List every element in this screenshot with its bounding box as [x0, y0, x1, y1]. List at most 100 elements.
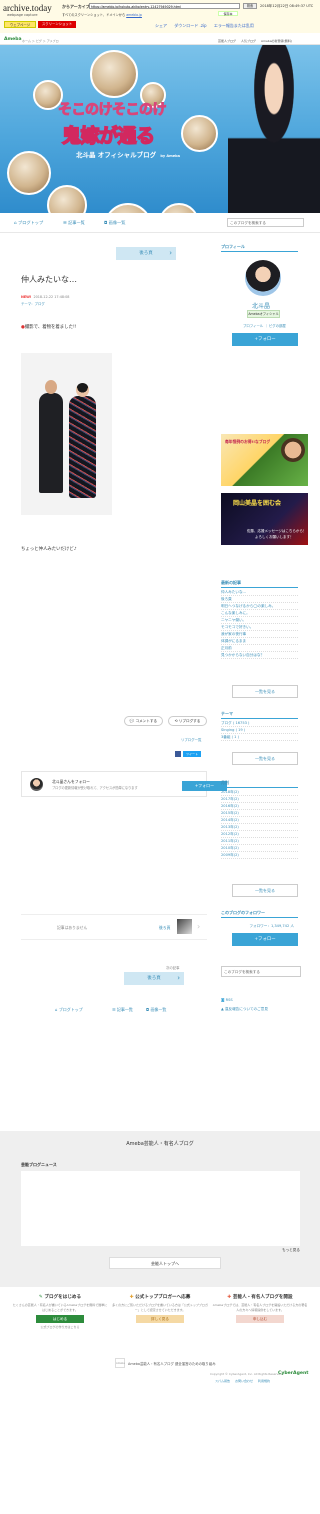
apply-button[interactable]: 申し込む	[236, 1315, 284, 1323]
archive-item[interactable]: 2012年(2)	[221, 831, 298, 838]
recent-item[interactable]: 我が家の夜行事	[221, 631, 298, 638]
theme-item[interactable]: 3番組 ( 1 )	[221, 734, 298, 741]
recent-item[interactable]: 仲人みたいな…	[221, 589, 298, 596]
comment-button-label: コメントする	[135, 719, 158, 723]
archive-actions: シェア ダウンロード .zip エラー報告または乱用	[155, 23, 260, 29]
entry-title[interactable]: 仲人みたいな…	[21, 274, 77, 285]
comment-button[interactable]: 💬 コメントする	[124, 716, 163, 726]
archive-item[interactable]: 2010年(2)	[221, 845, 298, 852]
start-blog-button[interactable]: はじめる	[36, 1315, 84, 1323]
recent-item[interactable]: 正月前	[221, 645, 298, 652]
banner-title-line2: 鬼嫁が通る	[61, 124, 156, 148]
archive-note-domain[interactable]: ameblo.jp	[126, 13, 142, 17]
pager-next-link[interactable]: 後ろ頁	[159, 925, 170, 931]
register-link[interactable]: Amebaの新登録(無料)	[261, 39, 292, 43]
reblog-button-label: リブログする	[178, 719, 201, 723]
recent-item[interactable]: ニヤニヤ働い。	[221, 617, 298, 624]
tab-screenshot[interactable]: スクリーンショット	[38, 21, 76, 28]
theme-more-button[interactable]: 一覧を見る	[232, 752, 298, 765]
blog-search-input[interactable]: このブログを検索する	[227, 218, 304, 227]
rss-link[interactable]: ◙ RSS	[221, 998, 233, 1002]
dog-photo-6	[104, 203, 152, 213]
contact-link[interactable]: お問い合わせ	[235, 1379, 253, 1383]
archive-item[interactable]: 2017年(2)	[221, 796, 298, 803]
entry-photo[interactable]	[21, 353, 112, 515]
followers-follow-button[interactable]: +フォロー	[232, 933, 298, 946]
rss-label: RSS	[225, 998, 233, 1002]
report-label: 違反報告についてのご意見	[224, 1007, 268, 1011]
bottom-nav: ⌂ ブログトップ ☰ 記事一覧 ◘ 画像一覧	[0, 1007, 210, 1017]
celebrity-top-button[interactable]: 芸能人トップへ	[109, 1257, 221, 1269]
archive-item[interactable]: 2014年(2)	[221, 817, 298, 824]
footer-more-link[interactable]: もっと見る	[282, 1248, 300, 1253]
top-blogger-button[interactable]: 詳しく見る	[136, 1315, 184, 1323]
cyberagent-logo[interactable]: CyberAgent	[278, 1371, 308, 1376]
report-error-link[interactable]: エラー報告または乱用	[214, 23, 254, 28]
archive-item[interactable]: 2018年(2)	[221, 789, 298, 796]
celebrity-blog-link[interactable]: 芸能人ブログ	[218, 39, 236, 43]
next-entry-button-bottom[interactable]: 後ろ頁	[124, 972, 184, 985]
blog-header-banner[interactable]: そこのけそこのけ 鬼嫁が通る 北斗晶 オフィシャルブログ by Ameba	[0, 45, 320, 213]
pager-label: 次の記事	[166, 966, 180, 970]
share-link[interactable]: シェア	[155, 23, 167, 28]
report-link[interactable]: ▲ 違反報告についてのご意見	[221, 1007, 268, 1012]
archive-url-input[interactable]: https://ameblo.jp/hokuto-akiko/entry-124…	[89, 3, 240, 9]
promo-top-blogger: ✚ 公式トップブロガーへ応募 多くの方にご覧いただけるブログを書いている方は「公…	[112, 1294, 208, 1344]
profile-avatar[interactable]	[245, 260, 281, 296]
recent-item[interactable]: 体調がにるまま	[221, 638, 298, 645]
popular-blog-link[interactable]: 人気ブログ	[241, 39, 256, 43]
followers-count: フォロワー：1,349,742 人	[221, 924, 298, 929]
archive-save-button[interactable]: 保存本	[218, 11, 238, 16]
bottom-nav-blog-top[interactable]: ⌂ ブログトップ	[55, 1007, 83, 1013]
sidebar-ad-1[interactable]: 毎年恒例のお得!!なブログ	[221, 434, 308, 486]
entry-theme[interactable]: テーマ：ブログ	[21, 301, 45, 306]
breadcrumb[interactable]: ホーム ＞ ピグ ＞ アメブロ	[22, 39, 59, 43]
reblog-button[interactable]: ⟲ リブログする	[168, 716, 207, 726]
bottom-nav-image-list[interactable]: ◘ 画像一覧	[146, 1007, 166, 1013]
archive-search-button[interactable]: 検索	[243, 3, 257, 9]
archive-item[interactable]: 2011年(2)	[221, 838, 298, 845]
footer-news-label: 芸能ブログニュース	[21, 1162, 57, 1167]
recent-more-button[interactable]: 一覧を見る	[232, 685, 298, 698]
recent-item[interactable]: こんな楽しみに。	[221, 610, 298, 617]
nav-entry-list[interactable]: ☰ 記事一覧	[63, 220, 85, 226]
theme-item[interactable]: ブログ ( 16753 )	[221, 720, 298, 727]
sidebar-follow-button[interactable]: +フォロー	[232, 333, 298, 346]
tweet-button[interactable]: ツイート	[183, 751, 201, 757]
chevron-right-icon[interactable]: ›	[197, 922, 200, 931]
promo-start-link[interactable]: 公式ブログの作り方はこちら	[12, 1325, 108, 1329]
sidebar-search-input[interactable]: このブログを検索する	[221, 966, 301, 977]
facebook-share-icon[interactable]	[175, 751, 181, 757]
recent-item[interactable]: 見つかからない自分はな？	[221, 652, 298, 659]
profile-links[interactable]: プロフィール ｜ ピグの部屋	[243, 323, 286, 328]
recent-item[interactable]: 後ろ頁	[221, 596, 298, 603]
archive-item[interactable]: 2009年(2)	[221, 852, 298, 859]
archive-more-button[interactable]: 一覧を見る	[232, 884, 298, 897]
profile-rule	[221, 251, 298, 252]
next-entry-button-top[interactable]: 後ろ頁	[116, 247, 176, 260]
spam-report-link[interactable]: スパム報告	[215, 1379, 230, 1383]
bottom-nav-entry-list[interactable]: ☰ 記事一覧	[112, 1007, 133, 1013]
terms-link[interactable]: 利用規約	[258, 1379, 270, 1383]
operation-link[interactable]: Ameba芸能人・有名人ブログ 健全運営のための取り組み	[128, 1361, 216, 1366]
sidebar-ad-2[interactable]: 岡山美晶を囲む会 佐藤、応援メッセージはこちらから！ よろしくお願いします！	[221, 493, 308, 545]
reblog-list-link[interactable]: リブログ一覧	[181, 737, 201, 742]
recent-item[interactable]: 明日へつなげるから◯の楽しみ。	[221, 603, 298, 610]
ameba-app-logo[interactable]: Ameba	[115, 1358, 125, 1368]
download-link[interactable]: ダウンロード .zip	[174, 23, 206, 28]
tab-webpage[interactable]: ウェブページ	[4, 21, 36, 28]
profile-name[interactable]: 北斗晶	[252, 301, 270, 310]
archive-logo[interactable]: archive.today	[3, 3, 52, 13]
nav-image-list[interactable]: ◘ 画像一覧	[104, 220, 125, 226]
nav-blog-top[interactable]: ⌂ ブログトップ	[14, 220, 43, 226]
recent-item[interactable]: モコモコで好きい。	[221, 624, 298, 631]
theme-item[interactable]: Singing ( 19 )	[221, 727, 298, 734]
blogger-portrait	[228, 45, 320, 213]
banner-powered: by Ameba	[160, 154, 181, 158]
ameba-logo[interactable]: Ameba	[4, 37, 21, 42]
nav-blog-top-label: ブログトップ	[18, 220, 44, 225]
archive-item[interactable]: 2016年(2)	[221, 803, 298, 810]
archive-item[interactable]: 2013年(2)	[221, 824, 298, 831]
pager-next-thumbnail[interactable]	[177, 919, 192, 934]
archive-item[interactable]: 2015年(2)	[221, 810, 298, 817]
